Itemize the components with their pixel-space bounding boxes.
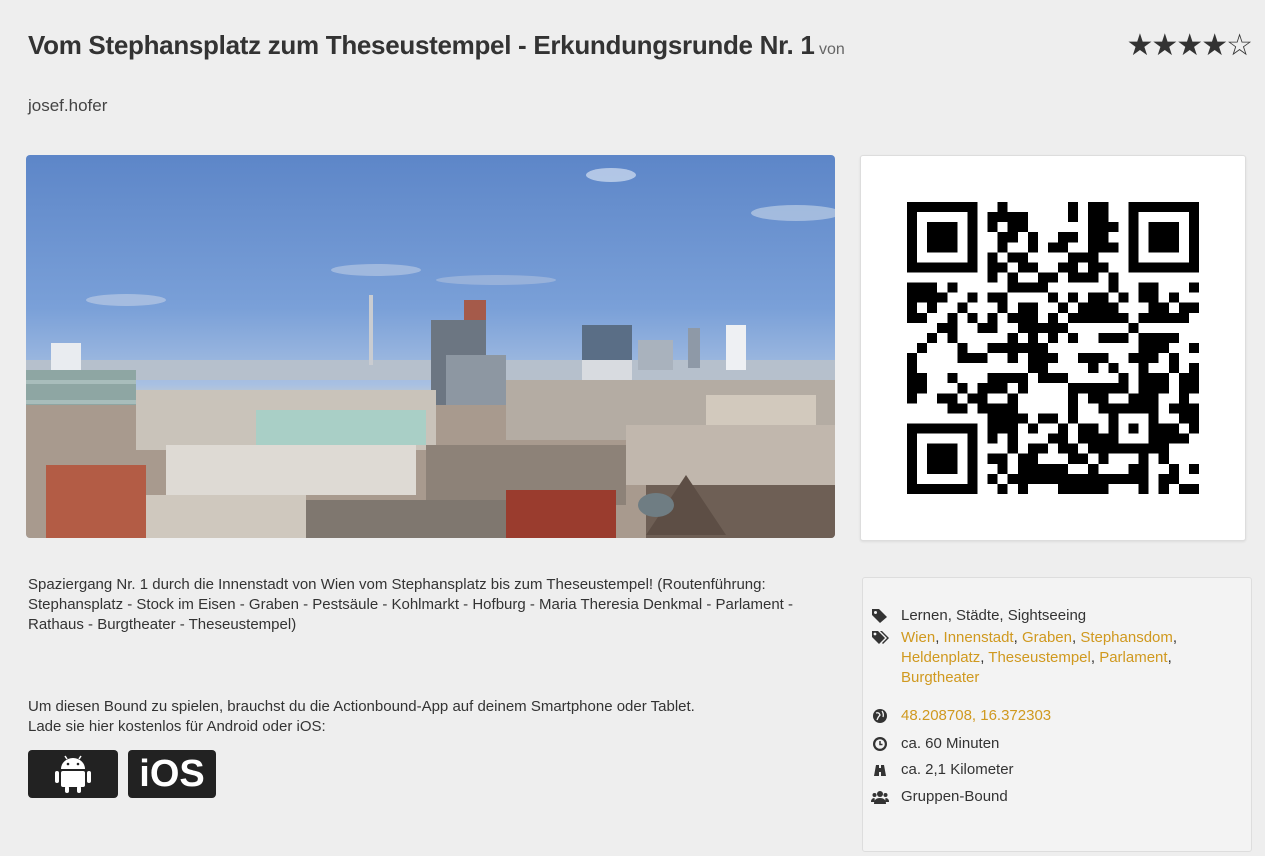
tag-link[interactable]: Graben: [1022, 629, 1072, 646]
star-icon: ★: [1126, 28, 1153, 63]
duration-row: ca. 60 Minuten: [873, 734, 1241, 754]
bound-card: Vom Stephansplatz zum Theseustempel - Er…: [0, 0, 1265, 856]
android-icon: [55, 755, 91, 793]
android-store-button[interactable]: [28, 750, 118, 798]
title-row: Vom Stephansplatz zum Theseustempel - Er…: [28, 30, 1245, 70]
tag-link[interactable]: Wien: [901, 629, 935, 646]
tag-separator: ,: [1090, 649, 1100, 666]
tag-separator: ,: [1013, 629, 1022, 646]
play-instructions: Um diesen Bound zu spielen, brauchst du …: [28, 697, 838, 737]
location-row: 48.208708, 16.372303: [873, 706, 1241, 726]
globe-icon: [873, 709, 887, 723]
duration-text: ca. 60 Minuten: [901, 735, 1000, 752]
tag-link[interactable]: Theseustempel: [988, 649, 1091, 666]
star-empty-icon: ☆: [1226, 28, 1253, 63]
distance-row: ca. 2,1 Kilometer: [874, 760, 1241, 780]
star-icon: ★: [1201, 28, 1228, 63]
tag-link[interactable]: Stephansdom: [1080, 629, 1173, 646]
star-icon: ★: [1151, 28, 1178, 63]
tag-link[interactable]: Parlament: [1099, 649, 1167, 666]
mode-text: Gruppen-Bound: [901, 788, 1008, 805]
tags-list: Wien, Innenstadt, Graben, Stephansdom, H…: [901, 629, 1177, 686]
categories-row: Lernen, Städte, Sightseeing: [872, 606, 1241, 626]
group-icon: [871, 791, 889, 804]
coordinates-link[interactable]: 48.208708, 16.372303: [901, 707, 1051, 724]
tag-link[interactable]: Innenstadt: [944, 629, 1014, 646]
mode-row: Gruppen-Bound: [871, 787, 1241, 807]
page-title: Vom Stephansplatz zum Theseustempel - Er…: [28, 30, 815, 60]
categories-text: Lernen, Städte, Sightseeing: [901, 607, 1087, 624]
clock-icon: [873, 737, 887, 751]
bound-description: Spaziergang Nr. 1 durch die Innenstadt v…: [28, 576, 794, 633]
author-link[interactable]: josef.hofer: [28, 96, 107, 116]
tag-separator: ,: [1167, 649, 1172, 666]
ios-store-button[interactable]: iOS: [128, 750, 216, 798]
bound-info-panel: Lernen, Städte, Sightseeing Wien, Innens…: [862, 577, 1252, 852]
tags-icon: [872, 631, 889, 644]
bound-image: [26, 155, 835, 538]
tag-link[interactable]: Burgtheater: [901, 669, 979, 686]
star-icon: ★: [1176, 28, 1203, 63]
tag-separator: ,: [1172, 629, 1178, 646]
play-line-2: Lade sie hier kostenlos für Android oder…: [28, 718, 326, 735]
tags-row: Wien, Innenstadt, Graben, Stephansdom, H…: [872, 628, 1241, 688]
qr-code: [860, 155, 1246, 541]
tag-separator: ,: [935, 629, 944, 646]
by-label: von: [818, 41, 845, 58]
binoculars-icon: [874, 765, 886, 776]
rating-stars: ★★★★☆: [1126, 28, 1253, 63]
play-line-1: Um diesen Bound zu spielen, brauchst du …: [28, 698, 695, 715]
distance-text: ca. 2,1 Kilometer: [901, 761, 1014, 778]
tag-link[interactable]: Heldenplatz: [901, 649, 980, 666]
tag-icon: [872, 609, 887, 623]
